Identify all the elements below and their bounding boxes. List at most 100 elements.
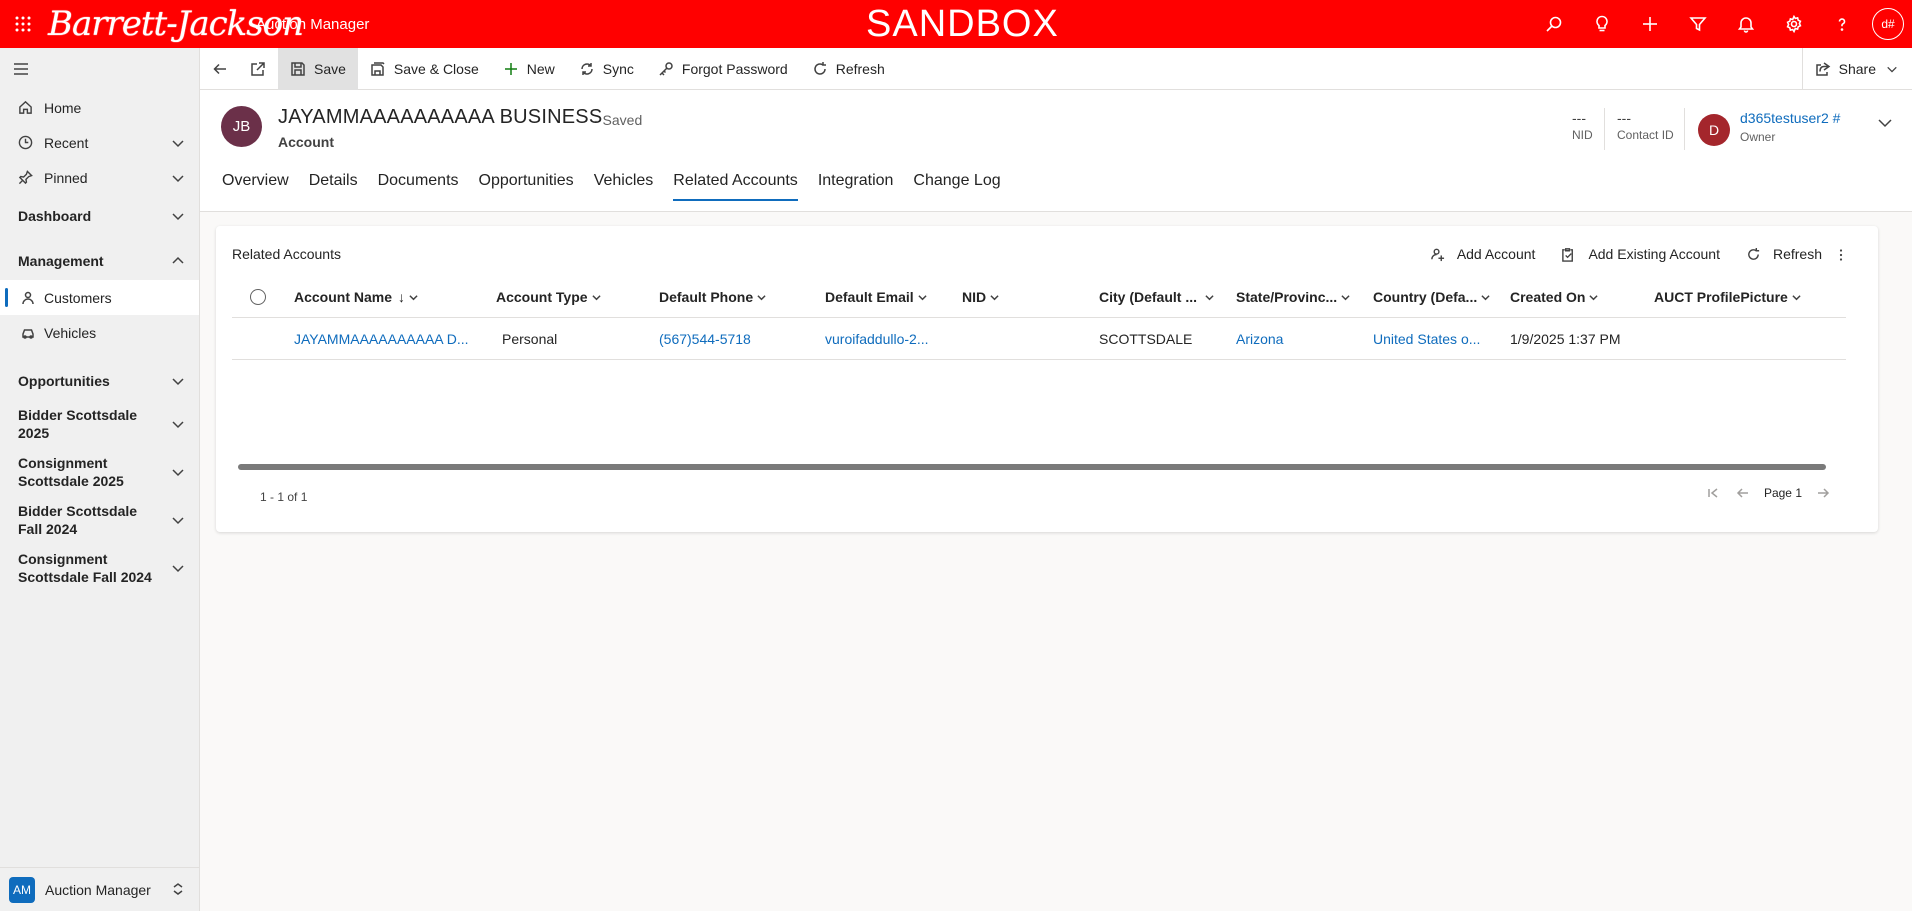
chevron-down-icon[interactable] (171, 136, 185, 153)
cell-state[interactable]: Arizona (1236, 318, 1283, 360)
column-header-account-name[interactable]: Account Name ↓ (294, 276, 418, 318)
app-name[interactable]: Auction Manager (256, 16, 496, 33)
sidebar-group-label: Consignment Scottsdale Fall 2024 (18, 551, 152, 585)
select-all-radio[interactable] (250, 276, 266, 318)
sidebar-item-vehicles[interactable]: Vehicles (0, 315, 199, 350)
tab-opportunities[interactable]: Opportunities (469, 170, 584, 206)
plus-icon[interactable] (1626, 0, 1674, 48)
hamburger-menu-icon[interactable] (0, 48, 199, 90)
car-icon (20, 326, 36, 340)
area-switcher[interactable]: AM Auction Manager (0, 867, 199, 911)
subgrid-refresh-button[interactable]: Refresh (1746, 246, 1822, 262)
chevron-down-icon (1887, 66, 1897, 73)
chevron-down-icon[interactable] (171, 465, 185, 483)
chevron-down-icon[interactable] (171, 209, 185, 226)
sidebar-item-recent[interactable]: Recent (0, 125, 199, 160)
command-bar: Save Save & Close New Sync Forgot Passwo… (200, 47, 1912, 90)
chevron-down-icon (591, 289, 601, 305)
open-in-new-window-button[interactable] (238, 48, 278, 90)
column-header-created-on[interactable]: Created On (1510, 276, 1599, 318)
save-button[interactable]: Save (278, 47, 358, 90)
chevron-up-icon[interactable] (171, 254, 185, 271)
back-button[interactable] (200, 48, 238, 90)
new-button[interactable]: New (491, 48, 567, 90)
expand-header-chevron-icon[interactable] (1876, 114, 1894, 135)
up-down-chevron-icon[interactable] (171, 882, 185, 899)
share-button[interactable]: Share (1801, 48, 1912, 90)
cell-default-phone[interactable]: (567)544-5718 (659, 318, 751, 360)
sidebar-group-management[interactable]: Management (0, 242, 199, 280)
sidebar-group-dashboard[interactable]: Dashboard (0, 197, 199, 235)
tab-details[interactable]: Details (299, 170, 368, 206)
home-icon (16, 100, 34, 115)
sidebar-group-opportunities[interactable]: Opportunities (0, 362, 199, 400)
sidebar-group-consignment-scottsdale-2025[interactable]: Consignment Scottsdale 2025 (0, 448, 199, 496)
header-divider (1684, 108, 1685, 150)
gear-icon[interactable] (1770, 0, 1818, 48)
sidebar-group-label: Dashboard (18, 208, 92, 224)
cell-account-name[interactable]: JAYAMMAAAAAAAAAA D... (294, 318, 469, 360)
forgot-password-button[interactable]: Forgot Password (646, 48, 800, 90)
record-avatar: JB (221, 106, 262, 147)
sidebar-group-bidder-scottsdale-fall-2024[interactable]: Bidder Scottsdale Fall 2024 (0, 496, 199, 544)
owner-link[interactable]: d365testuser2 # (1740, 110, 1840, 126)
lightbulb-icon[interactable] (1578, 0, 1626, 48)
chevron-down-icon[interactable] (171, 513, 185, 531)
sync-label: Sync (602, 60, 634, 77)
brand-logo[interactable]: Barrett-Jackson (48, 0, 304, 48)
add-account-label: Add Account (1456, 246, 1536, 262)
tab-documents[interactable]: Documents (368, 170, 469, 206)
bell-icon[interactable] (1722, 0, 1770, 48)
subgrid-refresh-label: Refresh (1772, 246, 1822, 262)
add-account-button[interactable]: Add Account (1430, 246, 1536, 262)
column-header-default-phone[interactable]: Default Phone (659, 276, 766, 318)
column-header-state[interactable]: State/Provinc... (1236, 276, 1350, 318)
chevron-down-icon[interactable] (171, 374, 185, 391)
contact-id-label: Contact ID (1617, 128, 1674, 142)
next-page-icon[interactable] (1816, 486, 1830, 500)
sidebar-group-label: Consignment Scottsdale 2025 (18, 455, 124, 489)
related-accounts-grid: Account Name ↓ Account Type Default Phone… (232, 276, 1846, 360)
app-launcher-icon[interactable] (0, 0, 46, 48)
cell-default-email[interactable]: vuroifaddullo-2... (825, 318, 929, 360)
refresh-icon (813, 61, 826, 75)
chevron-down-icon[interactable] (171, 417, 185, 435)
previous-page-icon[interactable] (1736, 486, 1750, 500)
chevron-down-icon[interactable] (171, 171, 185, 188)
search-icon[interactable] (1530, 0, 1578, 48)
share-icon (1815, 62, 1830, 76)
column-header-country[interactable]: Country (Defa... (1373, 276, 1490, 318)
sidebar-item-home[interactable]: Home (0, 90, 199, 125)
user-avatar[interactable]: d# (1872, 8, 1904, 40)
sidebar-group-consignment-scottsdale-fall-2024[interactable]: Consignment Scottsdale Fall 2024 (0, 544, 199, 592)
filter-icon[interactable] (1674, 0, 1722, 48)
horizontal-scrollbar[interactable] (238, 464, 1826, 470)
tab-integration[interactable]: Integration (808, 170, 904, 206)
header-field-contact-id[interactable]: --- Contact ID (1617, 110, 1674, 142)
header-field-nid[interactable]: --- NID (1572, 110, 1593, 142)
column-header-profile-picture[interactable]: AUCT ProfilePicture (1654, 276, 1801, 318)
sidebar-item-customers[interactable]: Customers (0, 280, 199, 315)
header-divider (1604, 108, 1605, 150)
sidebar-group-bidder-scottsdale-2025[interactable]: Bidder Scottsdale 2025 (0, 400, 199, 448)
record-title: JAYAMMAAAAAAAAAA BUSINESS (278, 106, 603, 128)
sidebar-item-pinned[interactable]: Pinned (0, 160, 199, 195)
tab-overview[interactable]: Overview (212, 170, 299, 206)
tab-related-accounts[interactable]: Related Accounts (663, 170, 808, 206)
column-header-account-type[interactable]: Account Type (496, 276, 601, 318)
column-header-nid[interactable]: NID (962, 276, 999, 318)
column-header-city[interactable]: City (Default ... (1099, 276, 1214, 318)
refresh-button[interactable]: Refresh (800, 48, 897, 90)
tab-change-log[interactable]: Change Log (903, 170, 1010, 206)
chevron-down-icon[interactable] (171, 561, 185, 579)
add-existing-account-button[interactable]: Add Existing Account (1561, 246, 1720, 262)
sync-button[interactable]: Sync (567, 48, 646, 90)
table-row[interactable]: JAYAMMAAAAAAAAAA D... Personal (567)544-… (232, 318, 1846, 360)
tab-vehicles[interactable]: Vehicles (584, 170, 664, 206)
save-and-close-button[interactable]: Save & Close (358, 48, 491, 90)
help-icon[interactable] (1818, 0, 1866, 48)
first-page-icon[interactable] (1706, 486, 1720, 500)
cell-country[interactable]: United States o... (1373, 318, 1480, 360)
column-header-default-email[interactable]: Default Email (825, 276, 927, 318)
more-options-icon[interactable] (1834, 248, 1848, 265)
